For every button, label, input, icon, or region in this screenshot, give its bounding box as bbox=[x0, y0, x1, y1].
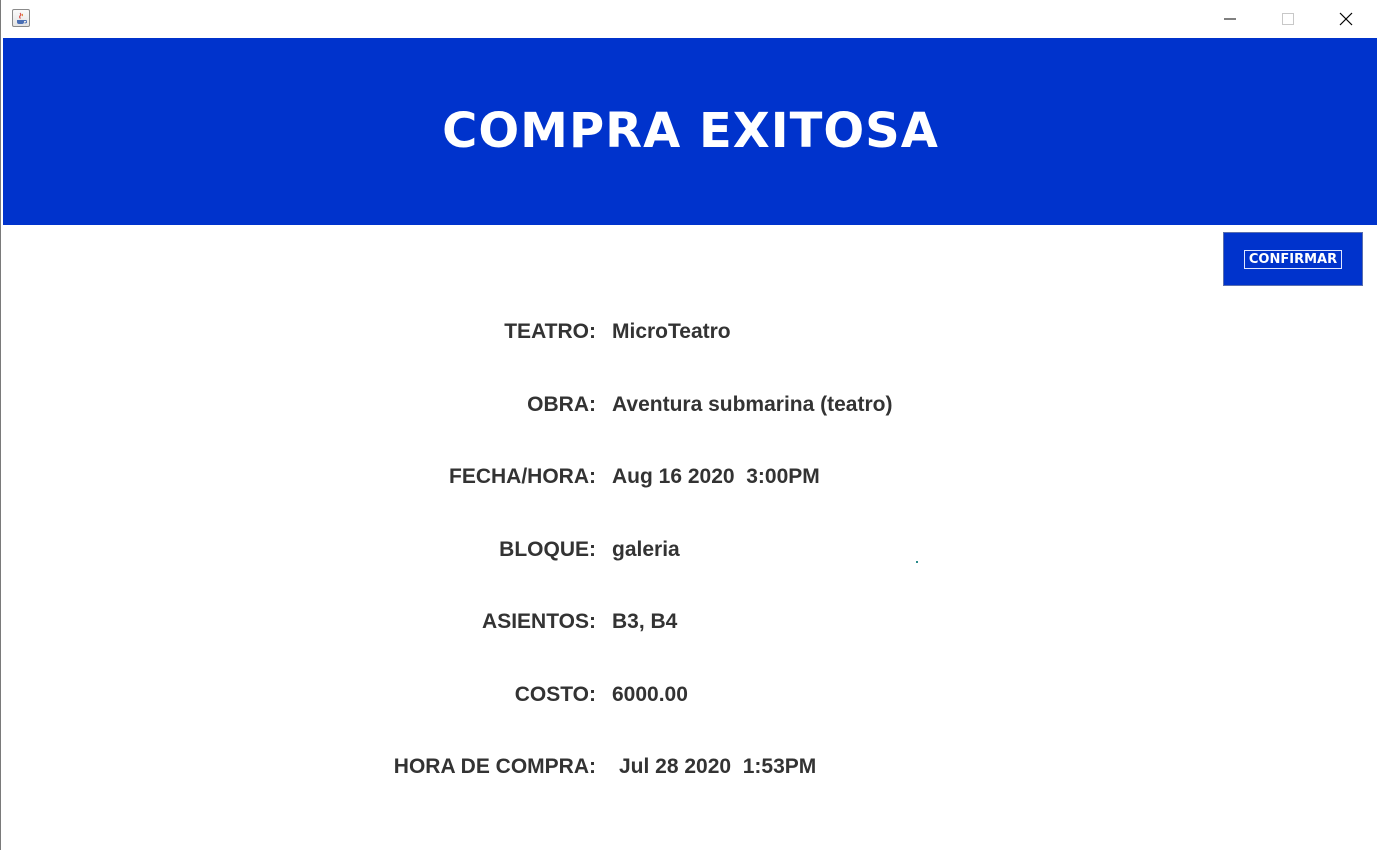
fecha-hora-label: FECHA/HORA: bbox=[449, 465, 596, 488]
detail-row-obra: OBRA: Aventura submarina (teatro) bbox=[1, 390, 1377, 420]
asientos-label: ASIENTOS: bbox=[482, 610, 596, 633]
title-bar[interactable] bbox=[1, 0, 1377, 38]
teatro-value: MicroTeatro bbox=[612, 320, 731, 343]
minimize-icon bbox=[1224, 18, 1236, 20]
costo-value: 6000.00 bbox=[612, 683, 688, 706]
detail-row-fecha-hora: FECHA/HORA: Aug 16 2020 3:00PM bbox=[1, 462, 1377, 492]
app-window: COMPRA EXITOSA CONFIRMAR TEATRO: MicroTe… bbox=[0, 0, 1377, 850]
java-app-icon[interactable] bbox=[12, 9, 30, 27]
teatro-label: TEATRO: bbox=[504, 320, 596, 343]
maximize-button[interactable] bbox=[1259, 0, 1317, 38]
page-title: COMPRA EXITOSA bbox=[442, 103, 939, 159]
hora-compra-label: HORA DE COMPRA: bbox=[393, 755, 596, 778]
confirm-button[interactable]: CONFIRMAR bbox=[1223, 232, 1363, 286]
close-icon bbox=[1339, 12, 1353, 26]
obra-value: Aventura submarina (teatro) bbox=[612, 393, 893, 416]
bloque-label: BLOQUE: bbox=[499, 538, 596, 561]
close-button[interactable] bbox=[1317, 0, 1375, 38]
asientos-value: B3, B4 bbox=[612, 610, 678, 633]
stray-dot bbox=[916, 561, 918, 563]
detail-row-bloque: BLOQUE: galeria bbox=[1, 535, 1377, 565]
detail-row-hora-compra: HORA DE COMPRA: Jul 28 2020 1:53PM bbox=[1, 752, 1377, 782]
maximize-icon bbox=[1282, 13, 1294, 25]
detail-row-costo: COSTO: 6000.00 bbox=[1, 680, 1377, 710]
minimize-button[interactable] bbox=[1201, 0, 1259, 38]
confirm-button-label: CONFIRMAR bbox=[1244, 250, 1342, 269]
detail-row-asientos: ASIENTOS: B3, B4 bbox=[1, 607, 1377, 637]
fecha-hora-value: Aug 16 2020 3:00PM bbox=[612, 465, 820, 488]
bloque-value: galeria bbox=[612, 538, 680, 561]
hora-compra-value: Jul 28 2020 1:53PM bbox=[619, 755, 817, 778]
detail-row-teatro: TEATRO: MicroTeatro bbox=[1, 317, 1377, 347]
obra-label: OBRA: bbox=[527, 393, 596, 416]
costo-label: COSTO: bbox=[514, 683, 596, 706]
header-banner: COMPRA EXITOSA bbox=[3, 38, 1377, 225]
